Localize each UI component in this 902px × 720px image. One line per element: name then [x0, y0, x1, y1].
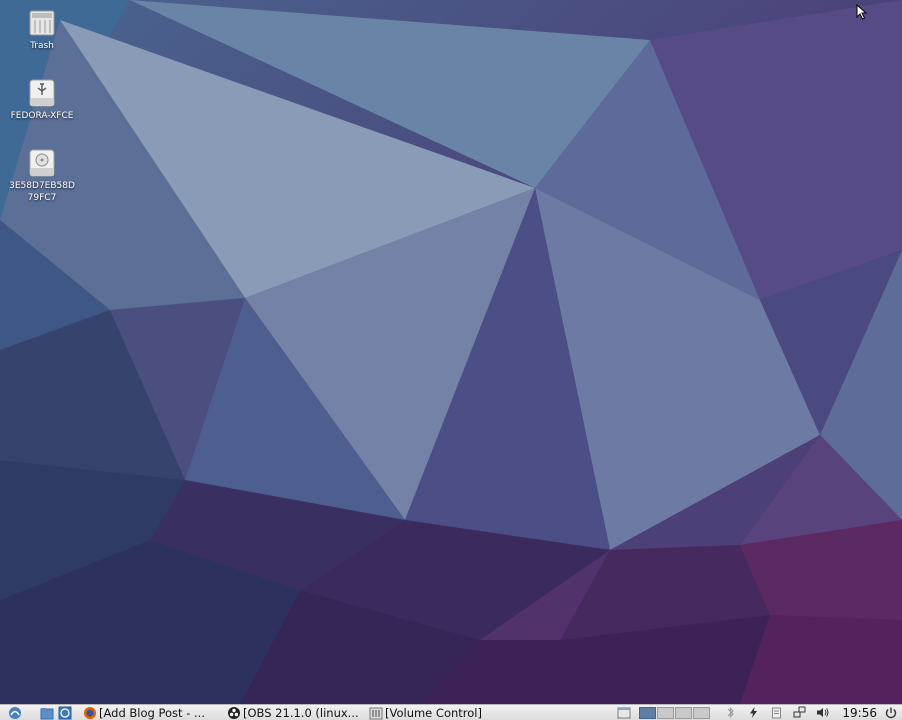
power-manager-icon[interactable]: [747, 706, 760, 719]
task-button-volume-control[interactable]: [Volume Control]: [364, 705, 490, 720]
desktop-icon-label: Trash: [30, 41, 54, 51]
volume-control-icon: [369, 707, 383, 719]
show-desktop-button[interactable]: [615, 705, 633, 720]
window-icon: [617, 707, 631, 718]
mouse-cursor-icon: [856, 4, 868, 20]
desktop-icon-trash[interactable]: Trash: [3, 8, 81, 52]
workspace-4[interactable]: [693, 706, 711, 719]
web-browser-icon: [58, 706, 72, 719]
task-button-blog-post[interactable]: [Add Blog Post - ...: [78, 705, 214, 720]
bluetooth-icon[interactable]: [724, 706, 737, 719]
taskbar: [Add Blog Post - ... [OBS 21.1.0 (linux.…: [0, 704, 902, 720]
folder-icon: [40, 707, 54, 719]
task-title: [Volume Control]: [385, 705, 482, 720]
workspace-3[interactable]: [675, 706, 693, 719]
task-title: [OBS 21.1.0 (linux...: [243, 705, 359, 720]
volume-icon[interactable]: [816, 706, 829, 719]
firefox-icon: [84, 706, 96, 719]
hard-drive-icon: [29, 149, 55, 177]
workspace-2[interactable]: [657, 706, 675, 719]
desktop-icon-label: FEDORA-XFCE: [10, 111, 74, 121]
browser-launcher[interactable]: [56, 705, 74, 720]
task-title: [Add Blog Post - ...: [99, 705, 205, 720]
file-manager-launcher[interactable]: [38, 705, 56, 720]
obs-icon: [228, 706, 240, 719]
desktop-icon-drive[interactable]: 3E58D7EB58D79FC7: [3, 148, 81, 204]
wallpaper: [0, 0, 902, 704]
applications-menu-button[interactable]: [6, 705, 24, 720]
desktop[interactable]: Trash FEDORA-XFCE 3E58D7EB58D79FC7: [0, 0, 902, 704]
network-icon[interactable]: [793, 706, 806, 719]
system-tray: [719, 706, 834, 719]
workspace-switcher[interactable]: [639, 706, 711, 719]
usb-drive-icon: [29, 79, 55, 107]
xfce-menu-icon: [9, 706, 21, 719]
trash-icon: [29, 10, 55, 36]
desktop-icon-fedora-xfce[interactable]: FEDORA-XFCE: [3, 78, 81, 122]
clipboard-icon[interactable]: [770, 706, 783, 719]
workspace-1[interactable]: [639, 706, 657, 719]
task-button-obs[interactable]: [OBS 21.1.0 (linux...: [222, 705, 364, 720]
desktop-icon-label: 3E58D7EB58D79FC7: [9, 181, 75, 203]
power-button-icon[interactable]: [884, 706, 898, 720]
clock[interactable]: 19:56: [842, 706, 877, 720]
